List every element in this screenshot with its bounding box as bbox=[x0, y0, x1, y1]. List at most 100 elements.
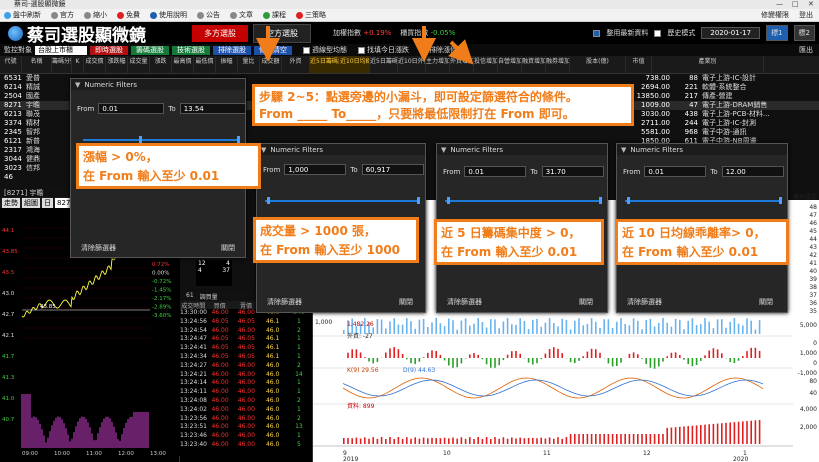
menu-official[interactable]: 官方 bbox=[47, 10, 80, 20]
clear-filter-button[interactable]: 清除篩選器 bbox=[267, 297, 302, 307]
chip-selection-button[interactable]: 籌碼選股 bbox=[131, 45, 169, 55]
to-input[interactable]: 60,917 bbox=[361, 164, 424, 175]
realtime-selection-button[interactable]: 即時選股 bbox=[90, 45, 128, 55]
column-header[interactable]: 漲跌幅 bbox=[106, 56, 128, 73]
stock-name: 聯茂 bbox=[26, 110, 40, 118]
tab-1[interactable]: 標1 bbox=[766, 25, 788, 41]
range-slider[interactable] bbox=[625, 200, 781, 202]
column-header[interactable]: 漲跌 bbox=[150, 56, 172, 73]
stock-name: 宇瞻 bbox=[26, 101, 40, 109]
range-slider[interactable] bbox=[445, 200, 601, 202]
from-input[interactable]: 1,000 bbox=[284, 164, 347, 175]
column-header[interactable]: 成交價 bbox=[84, 56, 106, 73]
column-header[interactable]: K bbox=[72, 56, 84, 73]
from-input[interactable]: 0.01 bbox=[464, 166, 527, 177]
from-input[interactable]: 0.01 bbox=[98, 103, 165, 114]
column-header[interactable]: 籌碼分數 bbox=[52, 56, 72, 73]
close-dialog-button[interactable]: 關閉 bbox=[759, 297, 773, 307]
column-header[interactable]: 最低價 bbox=[194, 56, 216, 73]
menu-permission[interactable]: 修變權限 bbox=[761, 10, 789, 20]
close-dialog-button[interactable]: 關閉 bbox=[221, 243, 235, 253]
to-input[interactable]: 12.00 bbox=[721, 166, 784, 177]
slider-knob[interactable] bbox=[447, 197, 450, 204]
foreign-bar bbox=[464, 358, 467, 359]
axis-tick: 38 bbox=[809, 284, 817, 291]
date-picker[interactable]: 2020-01-17 bbox=[701, 27, 761, 39]
tab-day[interactable]: 日 bbox=[42, 197, 53, 208]
conditions-label[interactable]: 條件設定 bbox=[793, 192, 817, 201]
close-dialog-button[interactable]: 關閉 bbox=[399, 297, 413, 307]
close-button[interactable]: ✕ bbox=[808, 0, 814, 9]
to-input[interactable]: 13.54 bbox=[179, 103, 246, 114]
technical-selection-button[interactable]: 技術選股 bbox=[172, 45, 210, 55]
slider-knob[interactable] bbox=[417, 197, 420, 204]
range-slider[interactable] bbox=[83, 139, 239, 141]
slider-knob[interactable] bbox=[599, 197, 602, 204]
tab-trend[interactable]: 走勢 bbox=[2, 197, 20, 208]
tick-cell: 1 bbox=[296, 432, 301, 440]
slider-knob[interactable] bbox=[237, 136, 240, 143]
maximize-button[interactable]: □ bbox=[792, 0, 799, 9]
volume-bar bbox=[658, 322, 660, 334]
slider-knob[interactable] bbox=[627, 197, 630, 204]
column-header[interactable]: 股本(億) bbox=[570, 56, 626, 73]
tick-cell: 46.0 bbox=[265, 440, 280, 448]
clear-filter-button[interactable]: 清除篩選器 bbox=[627, 297, 662, 307]
column-header[interactable]: 振幅 bbox=[216, 56, 238, 73]
export-button[interactable]: 匯出 bbox=[799, 45, 819, 55]
column-header[interactable]: 最高價 bbox=[172, 56, 194, 73]
column-header[interactable]: 自營增加 bbox=[498, 56, 522, 73]
column-header[interactable]: 市值 bbox=[626, 56, 652, 73]
menu-refresh[interactable]: 盤中刷新 bbox=[0, 10, 47, 20]
to-input[interactable]: 31.70 bbox=[541, 166, 604, 177]
foreign-bar bbox=[490, 358, 492, 368]
column-header[interactable]: 名稱 bbox=[22, 56, 52, 73]
menu-courses[interactable]: 課程 bbox=[259, 10, 292, 20]
menu-notice[interactable]: 公告 bbox=[193, 10, 226, 20]
menu-help[interactable]: 使用說明 bbox=[146, 10, 193, 20]
column-header[interactable]: 融券增加 bbox=[546, 56, 570, 73]
slider-knob[interactable] bbox=[139, 136, 142, 143]
axis-tick: 46 bbox=[809, 220, 817, 227]
menu-zoom[interactable]: 縮小 bbox=[80, 10, 113, 20]
minimize-button[interactable]: — bbox=[776, 0, 783, 9]
margin-bar bbox=[628, 434, 631, 444]
volume-bar bbox=[456, 329, 458, 334]
foreign-bar bbox=[620, 358, 622, 363]
history-mode-checkbox[interactable] bbox=[654, 29, 662, 37]
column-header[interactable]: 融資增加 bbox=[522, 56, 546, 73]
exclude-selection-button[interactable]: 排除選股 bbox=[213, 45, 251, 55]
margin-bar bbox=[527, 437, 530, 444]
latest-data-checkbox[interactable] bbox=[593, 29, 601, 37]
slider-knob[interactable] bbox=[779, 197, 782, 204]
margin-bar bbox=[548, 437, 551, 444]
tick-cell: 46.00 bbox=[237, 414, 255, 422]
slider-knob[interactable] bbox=[267, 197, 270, 204]
foreign-bar bbox=[456, 358, 458, 368]
close-dialog-button[interactable]: 關閉 bbox=[579, 297, 593, 307]
clear-filter-button[interactable]: 清除篩選器 bbox=[81, 243, 116, 253]
column-header[interactable]: 成交量 bbox=[128, 56, 150, 73]
menu-strategy[interactable]: 三策略 bbox=[292, 10, 332, 20]
menu-logout[interactable]: 登出 bbox=[799, 10, 813, 20]
tab-2[interactable]: 標2 bbox=[793, 25, 815, 41]
menu-articles[interactable]: 文章 bbox=[226, 10, 259, 20]
column-header[interactable]: 產業別 bbox=[652, 56, 764, 73]
margin-bar bbox=[582, 434, 584, 444]
tick-row: 13:24:11 46.00 46.00 46.0 1 bbox=[180, 388, 312, 397]
from-input[interactable]: 0.01 bbox=[644, 166, 707, 177]
column-header[interactable]: 投信增加 bbox=[474, 56, 498, 73]
column-header[interactable]: 代號 bbox=[0, 56, 22, 73]
long-selection-button[interactable]: 多方選股 bbox=[192, 24, 248, 42]
margin-bar bbox=[595, 434, 597, 444]
price-tick: 44.1 bbox=[2, 228, 14, 234]
range-slider[interactable] bbox=[265, 200, 419, 202]
watch-select[interactable]: 台股上市櫃 bbox=[35, 45, 87, 55]
clear-filter-button[interactable]: 清除篩選器 bbox=[447, 297, 482, 307]
tab-combo[interactable]: 組圖 bbox=[22, 197, 40, 208]
margin-bar bbox=[452, 437, 454, 444]
tick-cell: 2 bbox=[296, 414, 301, 422]
volume-bar bbox=[721, 319, 723, 334]
foreign-bar bbox=[616, 358, 618, 367]
menu-free[interactable]: 免費 bbox=[113, 10, 146, 20]
